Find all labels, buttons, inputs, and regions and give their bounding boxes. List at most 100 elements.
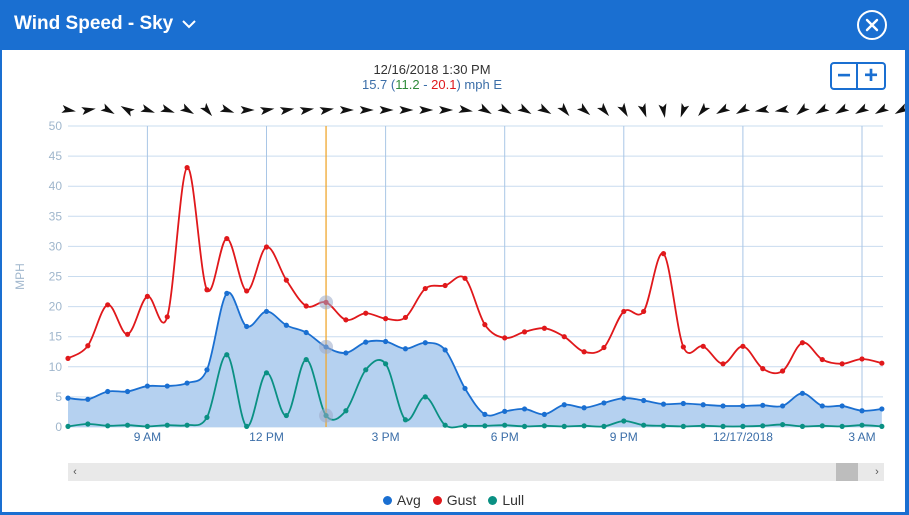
wind-direction-arrow [894,103,905,114]
gust-point [244,288,250,294]
avg-point [462,385,468,392]
gust-point [502,335,508,341]
close-button[interactable] [857,10,887,40]
wind-direction-arrow [120,106,135,117]
cursor-marker-lull [319,408,334,423]
lull-point [521,423,528,429]
wind-direction-arrow [81,107,96,115]
wind-direction-arrow [874,103,890,114]
avg-point [402,346,409,352]
lull-point [561,423,567,429]
wind-direction-arrow [279,107,295,115]
gust-point [561,334,567,340]
legend-item-avg[interactable]: Avg [382,492,421,508]
wind-direction-arrow [716,103,731,114]
lull-point [303,356,309,363]
lull-point [244,423,250,429]
avg-point [879,406,885,412]
avg-point [144,383,150,389]
lull-point [839,423,845,429]
wind-arrow-shape [339,106,354,114]
avg-point [581,405,587,411]
avg-point [601,400,607,406]
avg-point [839,403,845,409]
avg-point [105,388,111,395]
avg-point [204,367,210,373]
wind-direction-arrow [557,102,570,117]
wind-arrow-shape [179,103,195,114]
gust-point [204,287,210,293]
wind-arrow-shape [537,103,552,114]
wind-direction-arrow [637,102,647,118]
lull-point [601,423,607,429]
wind-arrow-shape [517,103,532,114]
wind-speed-chart[interactable]: 0 5 10 15 20 25 30 35 40 45 50 9 AM 12 PM 3 PM 6 PM 9 P… [2,50,905,460]
close-icon [865,18,879,32]
wind-direction-arrow [617,102,628,117]
wind-arrow-shape [796,103,810,116]
gust-point [422,285,428,292]
wind-direction-arrow [517,103,532,114]
scroll-thumb[interactable] [836,463,858,481]
legend-dot-icon [382,495,392,505]
lull-point [581,423,587,429]
y-tick-label: 5 [55,390,62,404]
wind-direction-arrow [299,107,315,115]
wind-direction-arrow [735,103,751,114]
wind-arrow-shape [240,106,255,114]
gust-point [442,282,448,289]
wind-arrow-shape [160,104,175,113]
legend-item-lull[interactable]: Lull [488,492,524,508]
scroll-right-arrow[interactable]: › [870,463,884,481]
lull-point [164,422,170,428]
gust-point [641,308,647,315]
wind-arrow-shape [698,102,711,117]
gust-point [303,303,309,309]
lull-point [482,423,488,429]
chart-legend: Avg Gust Lull [2,492,905,508]
lull-point [65,423,71,429]
y-tick-label: 50 [49,119,63,133]
lull-point [799,423,806,429]
wind-arrow-shape [319,107,334,115]
horizontal-scrollbar[interactable]: ‹ › [68,463,884,481]
wind-direction-arrow [439,106,454,114]
lull-point [621,418,627,424]
x-tick-label: 9 AM [134,430,161,444]
avg-point [720,403,726,409]
wind-arrow-shape [279,107,295,115]
x-tick-label: 9 PM [610,430,638,444]
avg-point [700,402,706,408]
x-tick-label: 12 PM [249,430,284,444]
legend-label: Avg [396,492,421,508]
avg-point [502,408,508,414]
lull-point [660,423,667,429]
wind-direction-arrow [855,103,870,114]
avg-point [363,339,369,345]
chart-title-dropdown[interactable]: Wind Speed - Sky [14,13,197,35]
wind-arrow-shape [754,105,770,113]
gust-point [780,368,786,374]
legend-item-gust[interactable]: Gust [432,492,476,508]
wind-direction-arrow [537,103,552,114]
avg-point [740,403,746,409]
gust-point [541,325,548,331]
lull-point [819,423,825,429]
wind-direction-arrow [774,105,790,113]
gust-point [164,314,170,320]
avg-area [68,292,882,427]
lull-point [105,423,111,429]
avg-point [760,402,766,408]
scroll-left-arrow[interactable]: ‹ [68,463,82,481]
wind-arrow-shape [200,102,213,117]
gust-point [601,344,607,351]
wind-direction-arrow [477,103,492,114]
y-tick-label: 45 [49,149,63,163]
wind-direction-arrow [379,106,394,114]
wind-arrow-shape [81,107,96,115]
gust-point [144,293,150,299]
title-bar: Wind Speed - Sky [0,0,909,50]
wind-direction-arrow [576,103,591,116]
wind-arrow-shape [855,103,870,114]
y-axis-label: MPH [13,263,27,290]
